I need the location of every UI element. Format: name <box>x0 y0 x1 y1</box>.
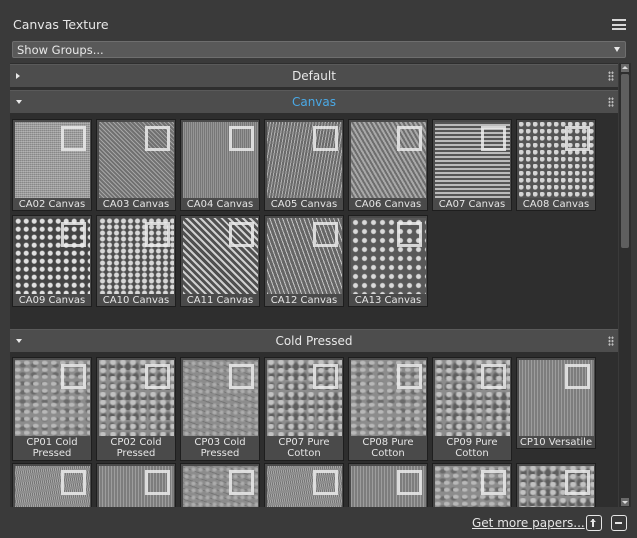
paper-tile[interactable] <box>348 463 428 507</box>
paper-tile-ca03[interactable]: CA03 Canvas <box>96 119 176 211</box>
remove-paper-icon[interactable] <box>611 515 627 531</box>
paper-swatch <box>351 218 426 294</box>
paper-tile-ca11[interactable]: CA11 Canvas <box>180 215 260 307</box>
paper-swatch <box>519 466 594 507</box>
paper-name: CP08 Pure Cotton <box>362 437 414 459</box>
paper-tile-cp02[interactable]: CP02 Cold Pressed <box>96 357 176 461</box>
paper-swatch <box>435 122 510 198</box>
section-cold-pressed[interactable]: Cold Pressed <box>10 329 618 352</box>
paper-tile[interactable] <box>180 463 260 507</box>
paper-swatch <box>519 360 594 436</box>
paper-tile-ca06[interactable]: CA06 Canvas <box>348 119 428 211</box>
paper-tile-ca13[interactable]: CA13 Canvas <box>348 215 428 307</box>
paper-swatch <box>351 360 426 436</box>
scroll-down-icon[interactable] <box>621 498 629 506</box>
drag-grip-icon[interactable] <box>608 71 614 81</box>
scroll-up-icon[interactable] <box>621 64 629 72</box>
paper-name: CA02 Canvas <box>18 199 86 210</box>
paper-swatch <box>267 360 342 436</box>
paper-swatch <box>267 466 342 507</box>
paper-name: CP01 Cold Pressed <box>26 437 78 459</box>
paper-tile[interactable] <box>264 463 344 507</box>
paper-name: CP09 Pure Cotton <box>446 437 498 459</box>
paper-swatch <box>267 218 342 294</box>
paper-tile-ca08[interactable]: CA08 Canvas <box>516 119 596 211</box>
paper-tile-cp10[interactable]: CP10 Versatile <box>516 357 596 449</box>
paper-name: CP07 Pure Cotton <box>278 437 330 459</box>
paper-swatch <box>183 122 258 198</box>
section-label: Default <box>292 69 336 83</box>
paper-tile-ca05[interactable]: CA05 Canvas <box>264 119 344 211</box>
paper-swatch <box>99 466 174 507</box>
section-default[interactable]: Default <box>10 64 618 87</box>
paper-swatch <box>15 122 90 198</box>
paper-list: Default Canvas CA02 Canvas CA03 Canvas C… <box>10 63 618 507</box>
paper-name: CA09 Canvas <box>18 295 86 306</box>
paper-name: CP10 Versatile <box>519 437 593 448</box>
paper-swatch <box>183 360 258 436</box>
section-canvas[interactable]: Canvas <box>10 90 618 113</box>
paper-swatch <box>183 218 258 294</box>
paper-swatch <box>15 360 90 436</box>
paper-swatch <box>519 122 594 198</box>
vertical-scrollbar[interactable] <box>619 63 631 507</box>
panel-header: Canvas Texture <box>0 0 637 40</box>
show-groups-dropdown[interactable]: Show Groups... <box>12 41 626 58</box>
paper-tile-cp07[interactable]: CP07 Pure Cotton <box>264 357 344 461</box>
paper-swatch <box>267 122 342 198</box>
paper-swatch <box>15 218 90 294</box>
paper-name: CA08 Canvas <box>522 199 590 210</box>
paper-tile-ca07[interactable]: CA07 Canvas <box>432 119 512 211</box>
paper-name: CA03 Canvas <box>102 199 170 210</box>
drag-grip-icon[interactable] <box>608 336 614 346</box>
paper-swatch <box>99 122 174 198</box>
paper-tile-cp09[interactable]: CP09 Pure Cotton <box>432 357 512 461</box>
paper-name: CA05 Canvas <box>270 199 338 210</box>
paper-name: CA06 Canvas <box>354 199 422 210</box>
paper-tile-ca09[interactable]: CA09 Canvas <box>12 215 92 307</box>
section-label: Canvas <box>291 95 337 109</box>
paper-name: CA11 Canvas <box>186 295 254 306</box>
get-more-papers-link[interactable]: Get more papers... <box>472 516 585 530</box>
paper-tile-cp01[interactable]: CP01 Cold Pressed <box>12 357 92 461</box>
drag-grip-icon[interactable] <box>608 97 614 107</box>
paper-swatch <box>435 360 510 436</box>
paper-tile[interactable] <box>432 463 512 507</box>
paper-swatch <box>15 466 90 507</box>
paper-name: CA04 Canvas <box>186 199 254 210</box>
paper-name: CA13 Canvas <box>354 295 422 306</box>
import-paper-icon[interactable] <box>586 515 602 531</box>
paper-swatch <box>351 466 426 507</box>
paper-tile[interactable] <box>96 463 176 507</box>
paper-tile[interactable] <box>516 463 596 507</box>
section-label: Cold Pressed <box>275 334 353 348</box>
paper-tile-ca10[interactable]: CA10 Canvas <box>96 215 176 307</box>
panel-title: Canvas Texture <box>13 17 109 32</box>
paper-swatch <box>183 466 258 507</box>
paper-swatch <box>99 360 174 436</box>
paper-swatch <box>99 218 174 294</box>
paper-name: CA07 Canvas <box>438 199 506 210</box>
paper-tile-cp03[interactable]: CP03 Cold Pressed <box>180 357 260 461</box>
scroll-thumb[interactable] <box>621 74 629 248</box>
paper-swatch <box>435 466 510 507</box>
paper-tile-ca12[interactable]: CA12 Canvas <box>264 215 344 307</box>
paper-tile-ca04[interactable]: CA04 Canvas <box>180 119 260 211</box>
paper-tile-ca02[interactable]: CA02 Canvas <box>12 119 92 211</box>
paper-name: CA10 Canvas <box>102 295 170 306</box>
paper-tile[interactable] <box>12 463 92 507</box>
dropdown-value: Show Groups... <box>17 43 104 57</box>
paper-name: CA12 Canvas <box>270 295 338 306</box>
paper-swatch <box>351 122 426 198</box>
chevron-down-icon <box>614 47 620 52</box>
paper-tile-cp08[interactable]: CP08 Pure Cotton <box>348 357 428 461</box>
hamburger-menu-icon[interactable] <box>612 19 626 30</box>
paper-name: CP03 Cold Pressed <box>194 437 246 459</box>
paper-name: CP02 Cold Pressed <box>110 437 162 459</box>
